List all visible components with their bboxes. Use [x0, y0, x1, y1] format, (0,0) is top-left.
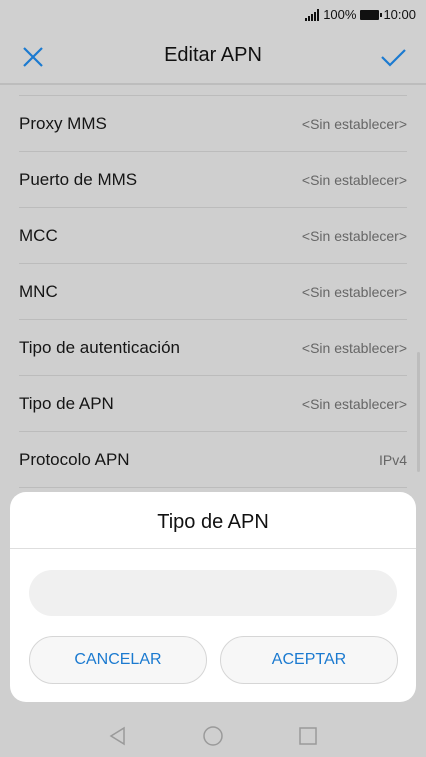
navigation-bar — [0, 713, 426, 757]
setting-row-apn-type[interactable]: Tipo de APN <Sin establecer> — [19, 376, 407, 432]
status-bar: 100% 10:00 — [0, 0, 426, 30]
recents-button[interactable] — [297, 725, 319, 747]
app-toolbar: Editar APN — [0, 30, 426, 85]
setting-value: <Sin establecer> — [301, 340, 407, 356]
setting-label: Tipo de APN — [19, 394, 114, 413]
page-title: Editar APN — [164, 44, 262, 66]
setting-label: Protocolo APN — [19, 450, 130, 469]
recents-icon — [299, 727, 317, 745]
setting-row-mms-port[interactable]: Puerto de MMS <Sin establecer> — [19, 152, 407, 208]
check-icon — [381, 49, 406, 67]
dialog-divider — [10, 548, 416, 549]
setting-row-proxy-mms[interactable]: Proxy MMS <Sin establecer> — [19, 96, 407, 152]
setting-value: <Sin establecer> — [301, 284, 407, 300]
back-icon — [109, 726, 125, 746]
dialog-title: Tipo de APN — [157, 511, 269, 533]
setting-value: <Sin establecer> — [301, 116, 407, 132]
scrollbar[interactable] — [417, 352, 420, 472]
home-icon — [203, 726, 223, 746]
setting-row-auth-type[interactable]: Tipo de autenticación <Sin establecer> — [19, 320, 407, 376]
accept-button[interactable]: ACEPTAR — [220, 636, 398, 684]
cancel-button[interactable]: CANCELAR — [29, 636, 207, 684]
battery-percent: 100% — [323, 7, 357, 22]
setting-label: Puerto de MMS — [19, 170, 138, 189]
setting-row-apn-protocol[interactable]: Protocolo APN IPv4 — [19, 432, 407, 488]
back-button[interactable] — [107, 725, 129, 747]
list-divider — [19, 85, 407, 96]
home-button[interactable] — [202, 725, 224, 747]
setting-label: Tipo de autenticación — [19, 338, 180, 357]
save-button[interactable] — [378, 42, 408, 72]
setting-value: <Sin establecer> — [301, 172, 407, 188]
clock: 10:00 — [383, 7, 416, 22]
setting-label: Proxy MMS — [19, 114, 107, 133]
setting-value: <Sin establecer> — [301, 396, 407, 412]
apn-settings-list: Proxy MMS <Sin establecer> Puerto de MMS… — [0, 85, 426, 488]
setting-value: IPv4 — [378, 452, 407, 468]
setting-label: MNC — [19, 282, 58, 301]
battery-icon — [360, 9, 383, 20]
setting-value: <Sin establecer> — [301, 228, 407, 244]
signal-icon — [305, 8, 320, 21]
status-indicators: 100% 10:00 — [305, 7, 416, 22]
setting-row-mnc[interactable]: MNC <Sin establecer> — [19, 264, 407, 320]
apn-type-dialog: Tipo de APN CANCELAR ACEPTAR — [10, 492, 416, 702]
apn-type-input[interactable] — [29, 570, 397, 616]
setting-row-mcc[interactable]: MCC <Sin establecer> — [19, 208, 407, 264]
setting-label: MCC — [19, 226, 58, 245]
